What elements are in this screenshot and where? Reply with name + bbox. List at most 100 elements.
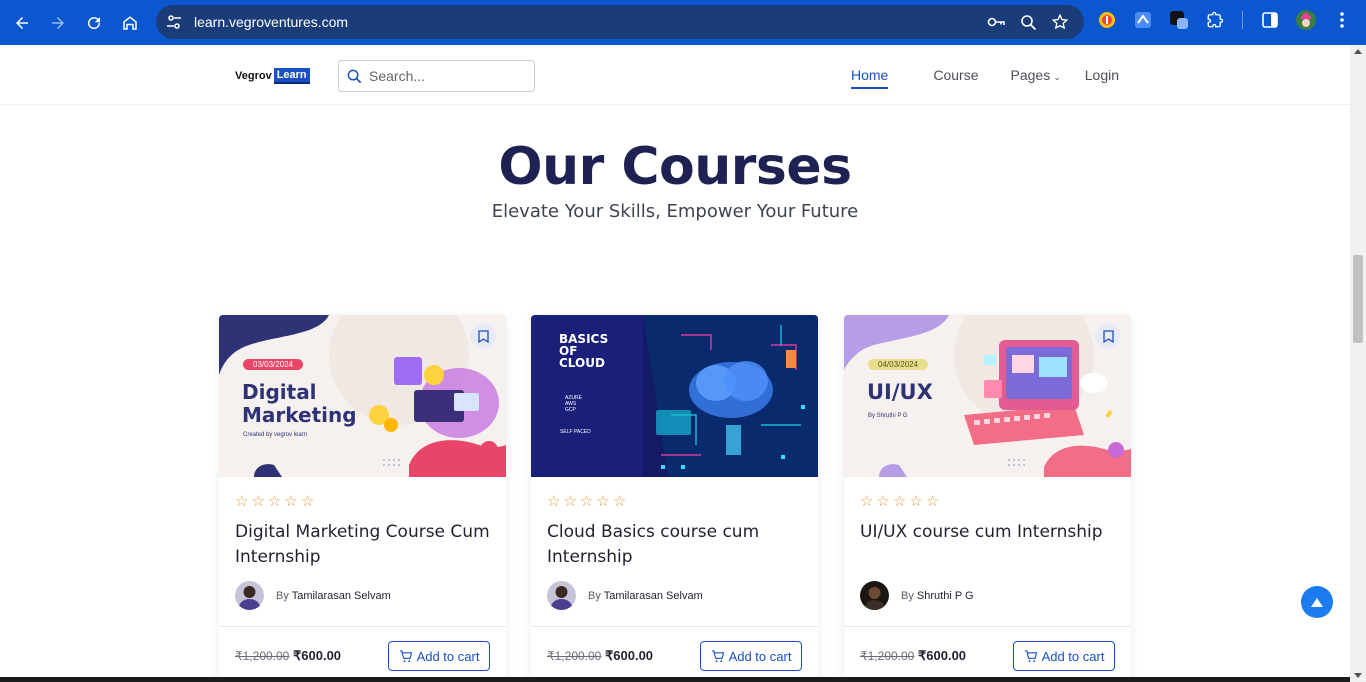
cart-icon [711, 649, 724, 662]
card-footer: ₹1,200.00 ₹600.00 Add to cart [844, 626, 1131, 682]
star-icon: ☆ [596, 493, 610, 510]
course-card[interactable]: BASICS OF CLOUD AZURE AWS GCP SELF PACED… [531, 315, 818, 682]
sale-price: ₹600.00 [918, 648, 967, 663]
rating-stars: ☆ ☆ ☆ ☆ ☆ [235, 494, 314, 510]
nav-home[interactable]: Home [851, 67, 889, 89]
site-settings-icon[interactable] [164, 12, 184, 32]
thumb-item: GCP [565, 407, 576, 413]
thumb-heading-line2: Marketing [242, 403, 357, 427]
site-header: VegrovLearn Home Course Pages⌄ Login [0, 45, 1350, 105]
star-icon: ☆ [267, 493, 282, 510]
author-line: By Shruthi P G [901, 590, 974, 602]
page-title: Our Courses [498, 137, 852, 197]
rating-stars: ☆ ☆ ☆ ☆ ☆ [860, 494, 939, 510]
password-key-icon[interactable] [986, 12, 1006, 32]
scrollbar-thumb[interactable] [1353, 255, 1363, 343]
star-icon: ☆ [876, 493, 890, 510]
add-to-cart-label: Add to cart [1041, 648, 1105, 664]
author-name[interactable]: Tamilarasan Selvam [604, 590, 703, 602]
star-icon: ☆ [284, 493, 298, 510]
course-title[interactable]: UI/UX course cum Internship [860, 520, 1120, 545]
star-icon: ☆ [892, 493, 907, 510]
page-content: VegrovLearn Home Course Pages⌄ Login Our… [0, 45, 1350, 682]
add-to-cart-button[interactable]: Add to cart [700, 641, 802, 671]
thumb-heading: BASICS OF CLOUD [559, 333, 608, 369]
extension-dark-icon[interactable] [1168, 9, 1190, 31]
profile-avatar-icon[interactable] [1295, 9, 1317, 31]
star-icon: ☆ [909, 493, 923, 510]
address-bar[interactable]: learn.vegroventures.com [156, 5, 1084, 39]
sale-price: ₹600.00 [605, 648, 654, 663]
forward-icon[interactable] [40, 5, 76, 41]
course-card[interactable]: 03/03/2024 Digital Marketing Created by … [219, 315, 506, 682]
star-icon: ☆ [925, 493, 940, 510]
course-thumbnail[interactable]: 04/03/2024 UI/UX By Shruthi P G [844, 315, 1131, 477]
course-date-badge: 04/03/2024 [868, 359, 929, 370]
star-icon: ☆ [300, 493, 315, 510]
scroll-up-arrow-icon[interactable] [1354, 49, 1362, 54]
search-input[interactable] [369, 68, 529, 84]
scroll-down-arrow-icon[interactable] [1354, 673, 1362, 678]
star-icon: ☆ [251, 493, 265, 510]
nav-course[interactable]: Course [933, 67, 978, 83]
scroll-to-top-button[interactable] [1301, 586, 1333, 618]
original-price: ₹1,200.00 [547, 649, 602, 663]
thumb-note: SELF PACED [560, 429, 591, 435]
course-author: By Tamilarasan Selvam [547, 581, 703, 610]
card-footer: ₹1,200.00 ₹600.00 Add to cart [531, 626, 818, 682]
menu-kebab-icon[interactable] [1331, 9, 1353, 31]
add-to-cart-label: Add to cart [728, 648, 792, 664]
bookmark-button[interactable] [1095, 323, 1121, 349]
logo-badge: Learn [273, 68, 310, 84]
extensions-puzzle-icon[interactable] [1204, 9, 1226, 31]
author-avatar [547, 581, 576, 610]
page-subtitle: Elevate Your Skills, Empower Your Future [491, 201, 859, 222]
author-name[interactable]: Shruthi P G [917, 590, 974, 602]
main-nav: Home Course Pages ⌄ Login [851, 67, 1119, 89]
thumb-note: Created by vegrov learn [243, 432, 308, 438]
course-title[interactable]: Digital Marketing Course Cum Internship [235, 520, 495, 570]
add-to-cart-button[interactable]: Add to cart [1013, 641, 1115, 671]
author-name[interactable]: Tamilarasan Selvam [292, 590, 391, 602]
thumb-heading-line1: Digital [242, 380, 317, 404]
course-card[interactable]: 04/03/2024 UI/UX By Shruthi P G ☆ ☆ ☆ ☆ ☆ UI… [844, 315, 1131, 682]
author-prefix: By [276, 589, 289, 602]
url-text: learn.vegroventures.com [194, 14, 349, 30]
original-price: ₹1,200.00 [235, 649, 290, 663]
star-icon: ☆ [563, 493, 577, 510]
add-to-cart-button[interactable]: Add to cart [388, 641, 490, 671]
star-icon: ☆ [235, 493, 249, 510]
course-thumbnail[interactable]: 03/03/2024 Digital Marketing Created by … [219, 315, 506, 477]
course-thumbnail[interactable]: BASICS OF CLOUD AZURE AWS GCP SELF PACED [531, 315, 818, 477]
home-icon[interactable] [112, 5, 148, 41]
rating-stars: ☆ ☆ ☆ ☆ ☆ [547, 494, 626, 510]
course-author: By Tamilarasan Selvam [235, 581, 391, 610]
back-icon[interactable] [4, 5, 40, 41]
chevron-down-icon: ⌄ [1053, 72, 1061, 82]
thumb-heading: Digital Marketing [242, 381, 357, 427]
cart-icon [1024, 649, 1037, 662]
thumb-heading: UI/UX [867, 380, 933, 404]
page-scrollbar[interactable] [1350, 45, 1366, 682]
author-prefix: By [588, 589, 601, 602]
thumb-heading-line3: CLOUD [559, 356, 605, 370]
course-date-badge: 03/03/2024 [243, 359, 304, 370]
course-title[interactable]: Cloud Basics course cum Internship [547, 520, 807, 570]
add-to-cart-label: Add to cart [416, 648, 480, 664]
nav-login[interactable]: Login [1085, 67, 1119, 83]
side-panel-icon[interactable] [1259, 9, 1281, 31]
extension-red-icon[interactable] [1096, 9, 1118, 31]
author-avatar [235, 581, 264, 610]
bookmark-button[interactable] [470, 323, 496, 349]
bookmark-icon [1102, 329, 1114, 343]
nav-pages-label: Pages [1010, 67, 1051, 83]
extension-blue-icon[interactable] [1132, 9, 1154, 31]
star-icon: ☆ [579, 493, 594, 510]
site-logo[interactable]: Vegrov Learn [235, 68, 310, 84]
thumb-items: AZURE AWS GCP [565, 395, 582, 413]
course-author: By Shruthi P G [860, 581, 974, 610]
reload-icon[interactable] [76, 5, 112, 41]
nav-pages[interactable]: Pages ⌄ [1011, 67, 1061, 83]
bookmark-star-icon[interactable] [1050, 12, 1070, 32]
zoom-icon[interactable] [1018, 12, 1038, 32]
